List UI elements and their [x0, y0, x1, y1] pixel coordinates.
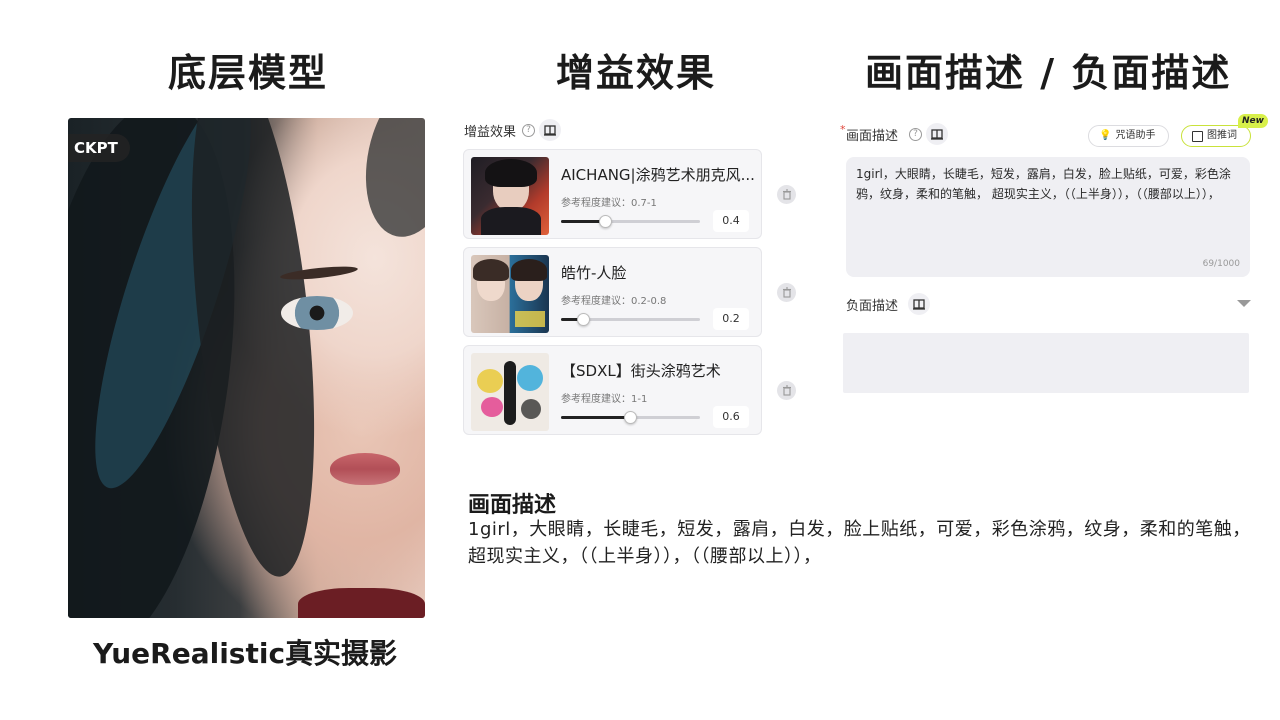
negative-prompt-text[interactable]: [843, 333, 1249, 349]
prompt-assistant-label: 咒语助手: [1115, 130, 1156, 141]
book-icon[interactable]: [539, 119, 561, 141]
weight-value-input[interactable]: 0.4: [713, 210, 749, 232]
lora-hint: 参考程度建议：1-1: [561, 394, 648, 405]
lora-card-3[interactable]: 【SDXL】街头涂鸦艺术 参考程度建议：1-1 0.6: [463, 345, 762, 435]
negative-prompt-textarea[interactable]: [843, 333, 1249, 393]
image-icon: [1192, 130, 1203, 142]
lora-title: AICHANG|涂鸦艺术朋克风...: [561, 166, 755, 184]
char-counter: 69/1000: [1202, 259, 1240, 269]
ckpt-badge: CKPT: [68, 134, 130, 162]
trash-icon[interactable]: [777, 185, 796, 204]
lora-card-1[interactable]: AICHANG|涂鸦艺术朋克风... 参考程度建议：0.7-1 0.4: [463, 149, 762, 239]
slider-knob[interactable]: [577, 313, 590, 326]
trash-icon[interactable]: [777, 381, 796, 400]
question-circle-icon[interactable]: ?: [909, 128, 922, 141]
gain-effect-label: 增益效果: [464, 125, 517, 140]
question-circle-icon[interactable]: ?: [522, 124, 535, 137]
lora-thumbnail-1: [471, 157, 549, 235]
image-to-prompt-button[interactable]: 图推词: [1181, 125, 1251, 147]
prompt-assistant-button[interactable]: 💡 咒语助手: [1088, 125, 1169, 147]
weight-slider[interactable]: [561, 411, 700, 424]
description-title: 画面描述: [468, 493, 557, 518]
lora-thumbnail-3: [471, 353, 549, 431]
weight-slider[interactable]: [561, 215, 700, 228]
model-caption: YueRealistic真实摄影: [93, 637, 398, 670]
weight-slider[interactable]: [561, 313, 700, 326]
lora-title: 【SDXL】街头涂鸦艺术: [561, 362, 721, 380]
lora-title: 皓竹-人脸: [561, 264, 627, 282]
heading-prompt-negative: 画面描述 / 负面描述: [865, 51, 1232, 95]
prompt-text[interactable]: 1girl，大眼睛，长睫毛，短发，露肩，白发，脸上贴纸，可爱，彩色涂鸦，纹身，柔…: [856, 164, 1244, 204]
required-mark: *: [840, 123, 846, 136]
heading-gain-effect: 增益效果: [556, 51, 717, 95]
new-badge: New: [1238, 114, 1268, 128]
slider-knob[interactable]: [624, 411, 637, 424]
model-preview-image: CKPT: [68, 118, 425, 618]
prompt-textarea[interactable]: 1girl，大眼睛，长睫毛，短发，露肩，白发，脸上贴纸，可爱，彩色涂鸦，纹身，柔…: [846, 157, 1250, 277]
prompt-label: 画面描述: [846, 129, 899, 144]
weight-value-input[interactable]: 0.6: [713, 406, 749, 428]
lightbulb-icon: 💡: [1099, 130, 1112, 141]
book-icon[interactable]: [926, 123, 948, 145]
slider-knob[interactable]: [599, 215, 612, 228]
description-text: 1girl，大眼睛，长睫毛，短发，露肩，白发，脸上贴纸，可爱，彩色涂鸦，纹身，柔…: [468, 519, 1251, 567]
eye-shape: [281, 296, 353, 330]
lips-shape: [330, 453, 400, 485]
weight-value-input[interactable]: 0.2: [713, 308, 749, 330]
negative-prompt-label: 负面描述: [846, 299, 899, 314]
lora-hint: 参考程度建议：0.2-0.8: [561, 296, 667, 307]
lora-thumbnail-2: [471, 255, 549, 333]
heading-base-model: 底层模型: [168, 51, 329, 95]
collapse-arrow-icon[interactable]: [1237, 300, 1251, 307]
lora-hint: 参考程度建议：0.7-1: [561, 198, 657, 209]
lora-card-2[interactable]: 皓竹-人脸 参考程度建议：0.2-0.8 0.2: [463, 247, 762, 337]
trash-icon[interactable]: [777, 283, 796, 302]
book-icon[interactable]: [908, 293, 930, 315]
image-to-prompt-label: 图推词: [1207, 130, 1237, 141]
